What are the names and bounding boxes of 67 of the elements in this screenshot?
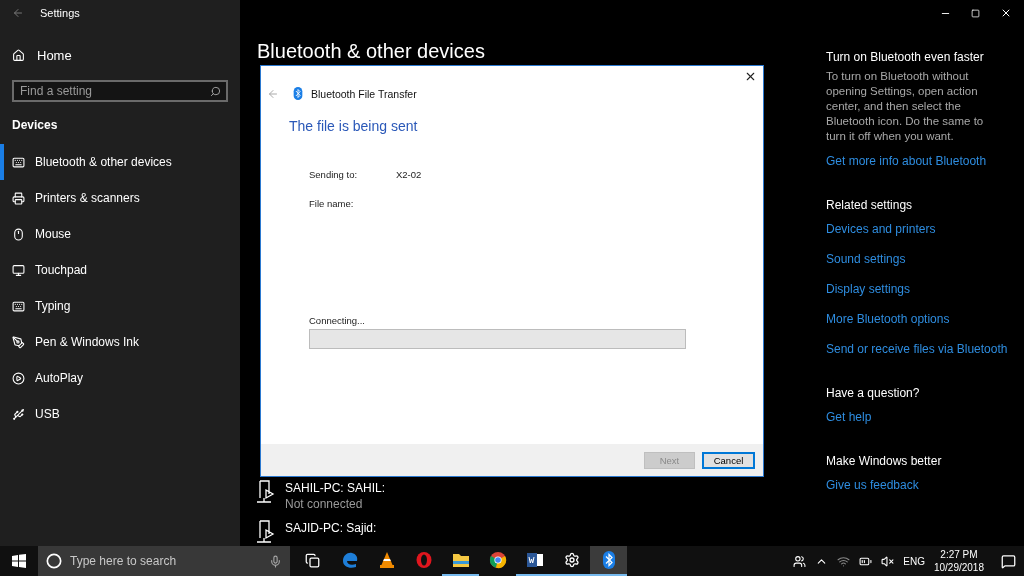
bluetooth-icon[interactable] — [602, 551, 615, 569]
device-name: SAHIL-PC: SAHIL: — [285, 481, 386, 495]
home-icon — [12, 48, 25, 62]
sidebar-item[interactable]: Touchpad — [0, 252, 240, 288]
settings-link[interactable]: More Bluetooth options — [826, 307, 1004, 332]
sidebar-item[interactable]: USB — [0, 396, 240, 432]
section-heading: Related settings — [826, 198, 914, 212]
usb-icon — [12, 407, 25, 421]
device-icon — [257, 521, 273, 542]
sidebar-item[interactable]: Typing — [0, 288, 240, 324]
clock[interactable]: 2:27 PM 10/29/2018 — [933, 548, 984, 574]
volume-muted-icon[interactable] — [881, 554, 895, 568]
settings-icon[interactable] — [563, 552, 580, 568]
settings-link[interactable]: Get help — [826, 405, 1004, 430]
microphone-icon[interactable] — [269, 554, 282, 568]
field-label: Sending to: — [309, 169, 359, 180]
notifications-icon[interactable] — [1001, 553, 1016, 569]
people-icon[interactable] — [793, 554, 807, 568]
taskbar-app[interactable] — [590, 546, 627, 576]
maximize-icon[interactable] — [971, 8, 980, 18]
folder-icon[interactable] — [451, 552, 470, 568]
wifi-icon[interactable] — [837, 554, 851, 568]
mouse-icon — [12, 227, 25, 241]
help-text: To turn on Bluetooth without opening Settings, open action center, and then select the Bluetooth icon. Do the same to turn it off when you want. — [826, 69, 985, 144]
search-icon — [210, 85, 221, 97]
settings-link[interactable]: Sound settings — [826, 247, 1004, 272]
language-indicator[interactable]: ENG — [903, 555, 925, 567]
keyboard-icon — [12, 155, 25, 169]
home-nav-item[interactable]: Home — [0, 26, 240, 68]
settings-link[interactable]: Devices and printers — [826, 217, 1004, 242]
settings-link[interactable]: Display settings — [826, 277, 1004, 302]
close-icon[interactable] — [1000, 7, 1012, 19]
dialog-heading: The file is being sent — [289, 118, 419, 134]
printer-icon — [12, 191, 25, 205]
close-icon[interactable] — [744, 70, 757, 83]
settings-link[interactable]: Get more info about Bluetooth — [826, 149, 1004, 174]
section-heading: Have a question? — [826, 386, 921, 400]
sidebar-item[interactable]: Pen & Windows Ink — [0, 324, 240, 360]
cancel-button[interactable]: Cancel — [702, 451, 755, 469]
sidebar-item[interactable]: Mouse — [0, 216, 240, 252]
device-name: SAJID-PC: Sajid: — [285, 521, 377, 535]
sidebar-item[interactable]: AutoPlay — [0, 360, 240, 396]
section-heading: Devices — [11, 117, 59, 134]
taskbar-search-field[interactable]: Type here to search — [38, 546, 290, 576]
section-heading: Make Windows better — [826, 454, 943, 468]
field-label: File name: — [309, 198, 355, 209]
dialog-title: Bluetooth File Transfer — [311, 87, 417, 100]
play-icon — [12, 371, 25, 385]
device-status: Not connected — [285, 497, 364, 511]
document-icon[interactable] — [525, 552, 544, 568]
progress-label: Connecting... — [309, 315, 366, 326]
windows-icon — [12, 554, 26, 568]
section-heading: Turn on Bluetooth even faster — [826, 50, 985, 64]
back-icon[interactable] — [12, 7, 24, 19]
sidebar-item[interactable]: Bluetooth & other devices — [0, 144, 240, 180]
window-title: Settings — [40, 7, 80, 19]
page-title: Bluetooth & other devices — [257, 40, 486, 63]
sidebar-item[interactable]: Printers & scanners — [0, 180, 240, 216]
search-field[interactable]: Find a setting — [12, 80, 228, 102]
bluetooth-icon — [293, 87, 303, 100]
device-icon — [257, 481, 273, 502]
cone-icon[interactable] — [377, 551, 396, 569]
field-value: X2-02 — [396, 169, 422, 180]
settings-link[interactable]: Give us feedback — [826, 473, 1004, 498]
pen-icon — [12, 335, 25, 349]
keyboard-icon — [12, 299, 25, 313]
task-view-icon[interactable] — [305, 552, 320, 568]
